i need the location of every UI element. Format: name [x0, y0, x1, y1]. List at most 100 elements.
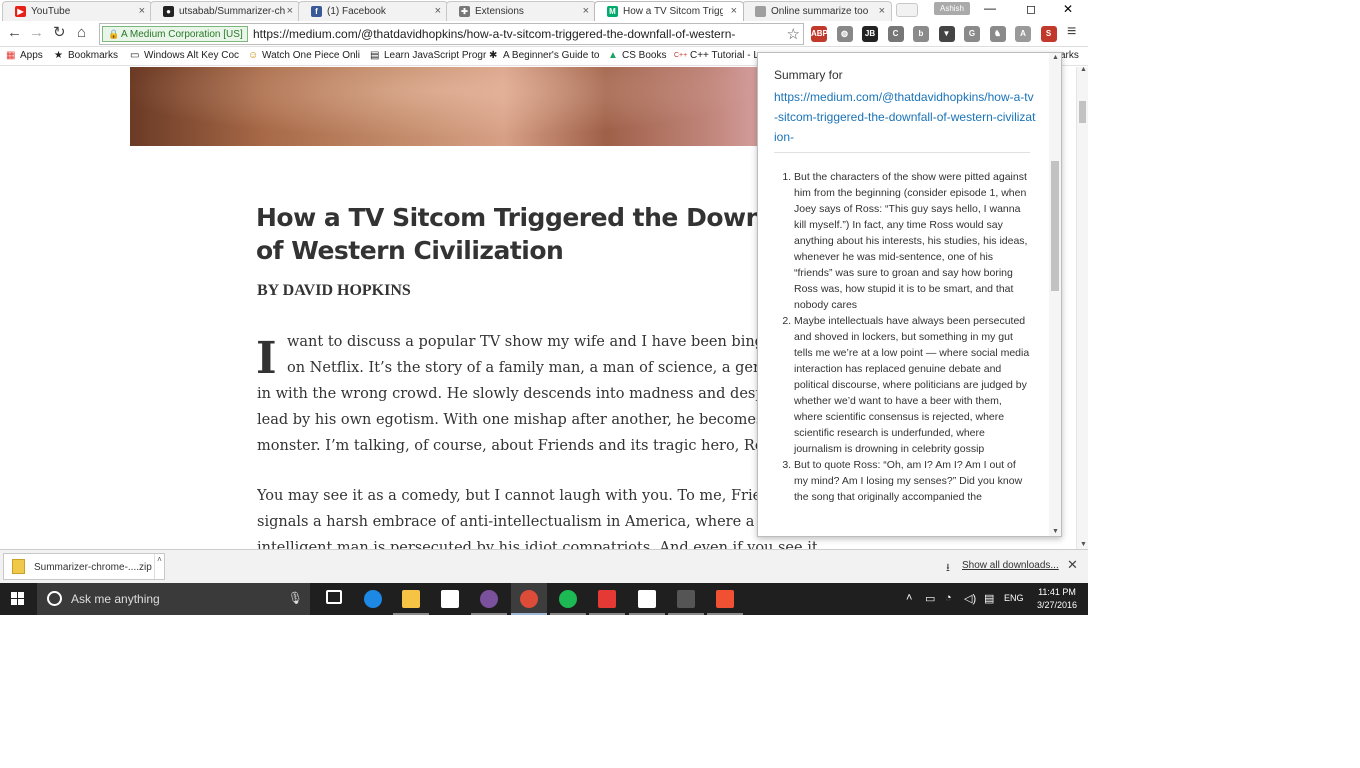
page-scrollbar[interactable]: ▲ ▼	[1076, 66, 1088, 549]
summarizer-icon[interactable]: S	[1040, 26, 1057, 42]
summary-item: Maybe intellectuals have always been per…	[794, 313, 1032, 457]
reload-button[interactable]: ↻	[53, 24, 66, 42]
chrome-menu-icon[interactable]: ≡	[1067, 23, 1076, 41]
minimize-button[interactable]: —	[984, 1, 996, 15]
angular-icon[interactable]: A	[1015, 26, 1031, 42]
popup-heading: Summary for	[774, 68, 843, 82]
star-icon[interactable]: ☆	[787, 25, 800, 43]
popup-scrollbar[interactable]: ▲ ▼	[1049, 53, 1061, 536]
scroll-down-icon[interactable]: ▼	[1052, 528, 1059, 535]
summary-list: But the characters of the show were pitt…	[776, 169, 1032, 505]
tab-title: How a TV Sitcom Trigge	[623, 6, 723, 17]
ev-certificate-badge[interactable]: 🔒 A Medium Corporation [US]	[102, 26, 248, 42]
pocket-icon[interactable]: ▼	[938, 26, 955, 42]
show-all-downloads-link[interactable]: Show all downloads...	[962, 560, 1059, 571]
bookmark-windows-alt[interactable]: ▭ Windows Alt Key Coc	[130, 50, 239, 61]
chevron-up-icon[interactable]: ˄	[154, 554, 164, 579]
ublock-icon[interactable]: b	[913, 26, 929, 42]
bookmark-apps[interactable]: ▦ Apps	[6, 50, 43, 61]
notification-icon[interactable]: ▤	[984, 592, 994, 605]
microphone-icon[interactable]: 🎙	[288, 591, 303, 605]
clock[interactable]: 11:41 PM 3/27/2016	[1032, 586, 1082, 612]
tab-extensions[interactable]: ✚ Extensions ×	[446, 1, 596, 21]
close-icon[interactable]: ×	[435, 5, 441, 17]
article-title: How a TV Sitcom Triggered the Downfall o…	[256, 203, 806, 265]
close-icon[interactable]: ×	[731, 5, 737, 17]
scrollbar-thumb[interactable]	[1051, 161, 1059, 291]
taskbar-app[interactable]	[550, 583, 586, 615]
download-item[interactable]: Summarizer-chrome-....zip ˄	[3, 553, 165, 580]
summary-source-link[interactable]: https://medium.com/@thatdavidhopkins/how…	[774, 87, 1036, 147]
scroll-up-icon[interactable]: ▲	[1052, 54, 1059, 61]
globe-icon[interactable]: ◍	[836, 26, 853, 42]
forward-button[interactable]: →	[29, 24, 44, 42]
summary-item: But to quote Ross: “Oh, am I? Am I? Am I…	[794, 457, 1032, 505]
paragraph-line: You may see it as a comedy, but I cannot…	[257, 488, 788, 504]
grammarly-icon[interactable]: G	[964, 26, 980, 42]
taskbar-app[interactable]	[471, 583, 507, 615]
taskbar-app[interactable]	[393, 583, 429, 615]
cpp-icon: C++	[674, 52, 688, 59]
maximize-button[interactable]: ◻	[1026, 2, 1036, 16]
tiles-icon	[598, 590, 616, 608]
bookmark-cpp-tutorial[interactable]: C++ C++ Tutorial - L	[674, 50, 759, 61]
scroll-down-icon[interactable]: ▼	[1080, 541, 1087, 548]
adblock-icon[interactable]: ABP	[811, 26, 828, 42]
wifi-icon[interactable]: ◔	[945, 592, 952, 604]
jb-icon[interactable]: JB	[862, 26, 878, 42]
taskbar-app[interactable]	[707, 583, 743, 615]
tab-facebook[interactable]: f (1) Facebook ×	[298, 1, 448, 21]
bookmark-one-piece[interactable]: ☺ Watch One Piece Onli	[248, 50, 360, 61]
chevron-up-icon[interactable]: ˄	[906, 592, 912, 604]
back-button[interactable]: ←	[7, 24, 22, 42]
close-icon[interactable]: ×	[139, 5, 145, 17]
bookmark-learn-js[interactable]: ▤ Learn JavaScript Progr	[370, 50, 486, 61]
scroll-up-icon[interactable]: ▲	[1080, 66, 1087, 73]
tab-youtube[interactable]: ▶ YouTube ×	[2, 1, 152, 21]
edge-icon	[364, 590, 382, 608]
scrollbar-thumb[interactable]	[1079, 101, 1086, 123]
tab-github[interactable]: ● utsabab/Summarizer-ch ×	[150, 1, 300, 21]
cast-icon[interactable]: C	[887, 26, 904, 42]
new-tab-button[interactable]	[896, 3, 918, 17]
language-indicator[interactable]: ENG	[1004, 593, 1024, 603]
bookmark-cs-books[interactable]: ▲ CS Books	[608, 50, 666, 61]
puzzle-icon: ✚	[459, 6, 470, 17]
bookmark-label: CS Books	[622, 50, 667, 61]
medium-icon: M	[607, 6, 618, 17]
taskbar-app[interactable]	[511, 583, 547, 615]
download-bar: Summarizer-chrome-....zip ˄ ⭳ Show all d…	[0, 549, 1088, 583]
close-download-bar-button[interactable]: ✕	[1067, 557, 1078, 573]
close-icon[interactable]: ×	[879, 5, 885, 17]
close-icon[interactable]: ×	[287, 5, 293, 17]
close-icon[interactable]: ×	[583, 5, 589, 17]
tab-title: Online summarize too	[771, 6, 869, 17]
bookmark-bookmarks[interactable]: ★ Bookmarks	[54, 50, 118, 61]
home-button[interactable]: ⌂	[77, 24, 86, 42]
taskbar-app[interactable]	[629, 583, 665, 615]
window-close-button[interactable]: ✕	[1063, 2, 1073, 16]
bookmark-label: Windows Alt Key Coc	[144, 50, 240, 61]
clock-time: 11:41 PM	[1038, 587, 1076, 597]
battery-icon[interactable]: ▭	[925, 592, 935, 605]
taskbar-app[interactable]	[432, 583, 468, 615]
bookmark-beginners-guide[interactable]: ✱ A Beginner's Guide to	[489, 50, 599, 61]
user-badge[interactable]: Ashish	[934, 2, 970, 15]
taskbar-app[interactable]	[589, 583, 625, 615]
address-bar[interactable]: 🔒 A Medium Corporation [US] https://medi…	[99, 23, 804, 45]
screen: ▶ YouTube × ● utsabab/Summarizer-ch × f …	[0, 0, 1088, 615]
tab-medium[interactable]: M How a TV Sitcom Trigge ×	[594, 1, 744, 21]
taskbar-app[interactable]	[668, 583, 704, 615]
summarizer-popup: Summary for https://medium.com/@thatdavi…	[757, 52, 1062, 537]
cortana-search-box[interactable]: Ask me anything 🎙	[37, 583, 310, 615]
taskbar-app[interactable]	[355, 583, 391, 615]
volume-icon[interactable]: ◁)	[964, 592, 976, 605]
taskbar-app[interactable]	[316, 583, 352, 615]
start-button[interactable]	[11, 592, 25, 606]
url-text[interactable]: https://medium.com/@thatdavidhopkins/how…	[253, 27, 783, 41]
tab-summarize-tool[interactable]: Online summarize too ×	[742, 1, 892, 21]
tab-strip: ▶ YouTube × ● utsabab/Summarizer-ch × f …	[0, 0, 1088, 21]
hero-image	[130, 67, 810, 146]
other-bookmarks-truncated[interactable]: arks	[1060, 50, 1079, 61]
ghostery-icon[interactable]: ♞	[989, 26, 1006, 42]
